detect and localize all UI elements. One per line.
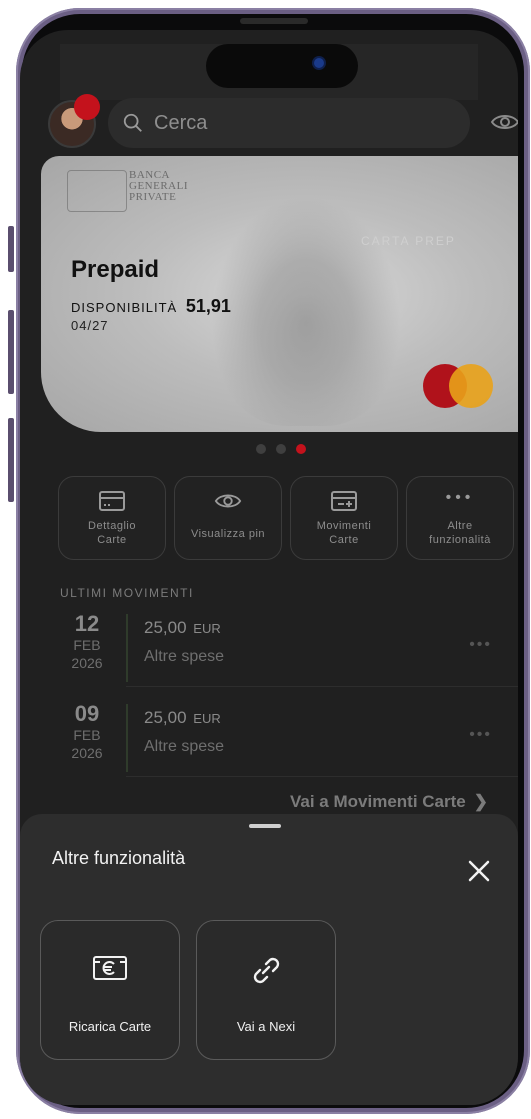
card-movements-button[interactable]: Movimenti Carte (290, 476, 398, 560)
more-features-button[interactable]: ••• Altre funzionalità (406, 476, 514, 560)
volume-up-button (8, 310, 14, 394)
mute-switch (8, 226, 14, 272)
quick-actions: Dettaglio Carte Visualizza pin Movimenti… (58, 476, 514, 560)
movement-day: 09 (74, 701, 100, 726)
movement-row[interactable]: 09 FEB 2026 25,00 EUR Altre spese ••• (56, 702, 496, 778)
pager-dot[interactable] (256, 444, 266, 454)
movement-date: 12 FEB 2026 (56, 612, 118, 672)
card-availability: DISPONIBILITÀ 51,91 (71, 296, 231, 317)
pager-dot[interactable] (276, 444, 286, 454)
movement-year: 2026 (71, 745, 103, 761)
search-icon (123, 113, 142, 132)
eye-icon[interactable] (490, 110, 518, 134)
prepaid-card[interactable]: BANCA GENERALI PRIVATE CARTA PREP Prepai… (41, 156, 518, 432)
link-icon (253, 957, 280, 984)
card-pager[interactable] (256, 444, 306, 454)
movement-month: FEB (73, 727, 101, 743)
app-screen: Cerca BANCA GENERALI PRIVATE CARTA PREP … (20, 30, 518, 1105)
amount-value: 25,00 (144, 618, 187, 637)
option-label: Ricarica Carte (68, 1019, 152, 1034)
goto-card-movements-link[interactable]: Vai a Movimenti Carte ❯ (290, 792, 488, 812)
sheet-grabber[interactable] (249, 824, 281, 828)
volume-down-button (8, 418, 14, 502)
recharge-cards-button[interactable]: Ricarica Carte (40, 920, 180, 1060)
chevron-right-icon: ❯ (473, 792, 488, 811)
row-divider (126, 686, 518, 687)
card-detail-button[interactable]: Dettaglio Carte (58, 476, 166, 560)
amount-currency: EUR (193, 621, 221, 636)
movement-description: Altre spese (144, 738, 225, 755)
lion-artwork (211, 196, 401, 426)
notification-badge (74, 94, 100, 120)
search-placeholder: Cerca (154, 111, 208, 134)
movement-amount: 25,00 EUR (144, 618, 221, 638)
row-divider (126, 776, 518, 777)
euro-card-icon (93, 956, 127, 980)
amount-currency: EUR (193, 711, 221, 726)
bottom-sheet: Altre funzionalità Ricarica Carte Vai a … (20, 814, 518, 1105)
movement-date: 09 FEB 2026 (56, 702, 118, 762)
amount-value: 25,00 (144, 708, 187, 727)
qa-label: Movimenti Carte (316, 520, 372, 546)
card-movements-icon (331, 491, 357, 511)
card-detail-icon (99, 491, 125, 511)
go-to-nexi-button[interactable]: Vai a Nexi (196, 920, 336, 1060)
dynamic-island (206, 44, 358, 88)
availability-label: DISPONIBILITÀ (71, 300, 178, 315)
qa-label: Altre funzionalità (429, 520, 491, 546)
phone-speaker (240, 18, 308, 24)
search-input[interactable]: Cerca (108, 98, 470, 148)
show-pin-button[interactable]: Visualizza pin (174, 476, 282, 560)
option-label: Vai a Nexi (236, 1019, 296, 1034)
availability-value: 51,91 (185, 296, 231, 316)
section-title: ULTIMI MOVIMENTI (60, 586, 194, 600)
mastercard-logo-icon-circle (449, 364, 493, 408)
qa-label: Dettaglio Carte (88, 520, 136, 546)
more-dots-icon: ••• (445, 489, 475, 506)
eye-icon (214, 494, 242, 508)
camera-icon (314, 58, 324, 68)
card-type-tag: CARTA PREP (361, 234, 456, 248)
more-options-icon[interactable]: ••• (469, 726, 492, 744)
sheet-title: Altre funzionalità (52, 848, 186, 868)
card-title: Prepaid (71, 256, 160, 283)
goto-link-label: Vai a Movimenti Carte (290, 792, 466, 811)
card-expiry: 04/27 (71, 318, 109, 333)
bank-logo-icon (67, 170, 127, 212)
qa-label: Visualizza pin (190, 528, 266, 540)
movement-divider-bar (126, 614, 128, 682)
pager-dot-active[interactable] (296, 444, 306, 454)
close-icon[interactable] (466, 858, 492, 884)
movement-month: FEB (73, 637, 101, 653)
movement-day: 12 (74, 611, 100, 636)
movement-row[interactable]: 12 FEB 2026 25,00 EUR Altre spese ••• (56, 612, 496, 688)
movement-description: Altre spese (144, 648, 225, 665)
more-options-icon[interactable]: ••• (469, 636, 492, 654)
movement-divider-bar (126, 704, 128, 772)
movement-year: 2026 (71, 655, 103, 671)
bank-name: BANCA GENERALI PRIVATE (129, 169, 188, 203)
movement-amount: 25,00 EUR (144, 708, 221, 728)
